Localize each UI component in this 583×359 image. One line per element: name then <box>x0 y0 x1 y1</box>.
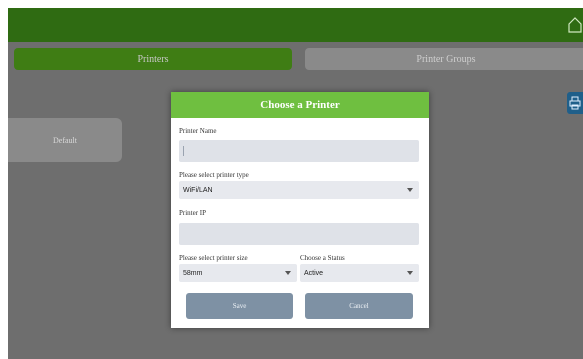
dialog-title: Choose a Printer <box>171 92 429 118</box>
chevron-down-icon <box>407 271 413 275</box>
status-label: Choose a Status <box>300 254 345 262</box>
status-value: Active <box>304 269 324 277</box>
add-printer-button[interactable] <box>567 92 583 114</box>
printer-size-select[interactable]: 58mm <box>179 264 297 282</box>
printer-ip-field[interactable] <box>179 223 419 245</box>
default-printer-card[interactable]: Default <box>8 118 122 162</box>
tab-bar: Printers Printer Groups <box>8 48 583 72</box>
home-icon[interactable] <box>567 13 583 35</box>
printer-name-label: Printer Name <box>179 127 217 135</box>
status-select[interactable]: Active <box>300 264 419 282</box>
printer-size-label: Please select printer size <box>179 254 248 262</box>
top-bar <box>8 8 583 42</box>
tab-printers[interactable]: Printers <box>14 48 292 70</box>
save-button[interactable]: Save <box>186 293 293 319</box>
printer-type-label: Please select printer type <box>179 171 249 179</box>
printer-icon <box>569 96 581 110</box>
chevron-down-icon <box>285 271 291 275</box>
cancel-button[interactable]: Cancel <box>305 293 413 319</box>
printer-ip-label: Printer IP <box>179 209 207 217</box>
default-printer-label: Default <box>53 135 77 145</box>
chevron-down-icon <box>407 188 413 192</box>
printer-type-value: WiFi/LAN <box>183 186 213 194</box>
printer-type-select[interactable]: WiFi/LAN <box>179 181 419 199</box>
text-caret <box>183 146 184 156</box>
printer-size-value: 58mm <box>183 269 203 277</box>
printer-name-field[interactable] <box>179 140 419 162</box>
choose-printer-dialog: Choose a Printer Printer Name Please sel… <box>171 92 429 328</box>
tab-printer-groups[interactable]: Printer Groups <box>305 48 583 70</box>
